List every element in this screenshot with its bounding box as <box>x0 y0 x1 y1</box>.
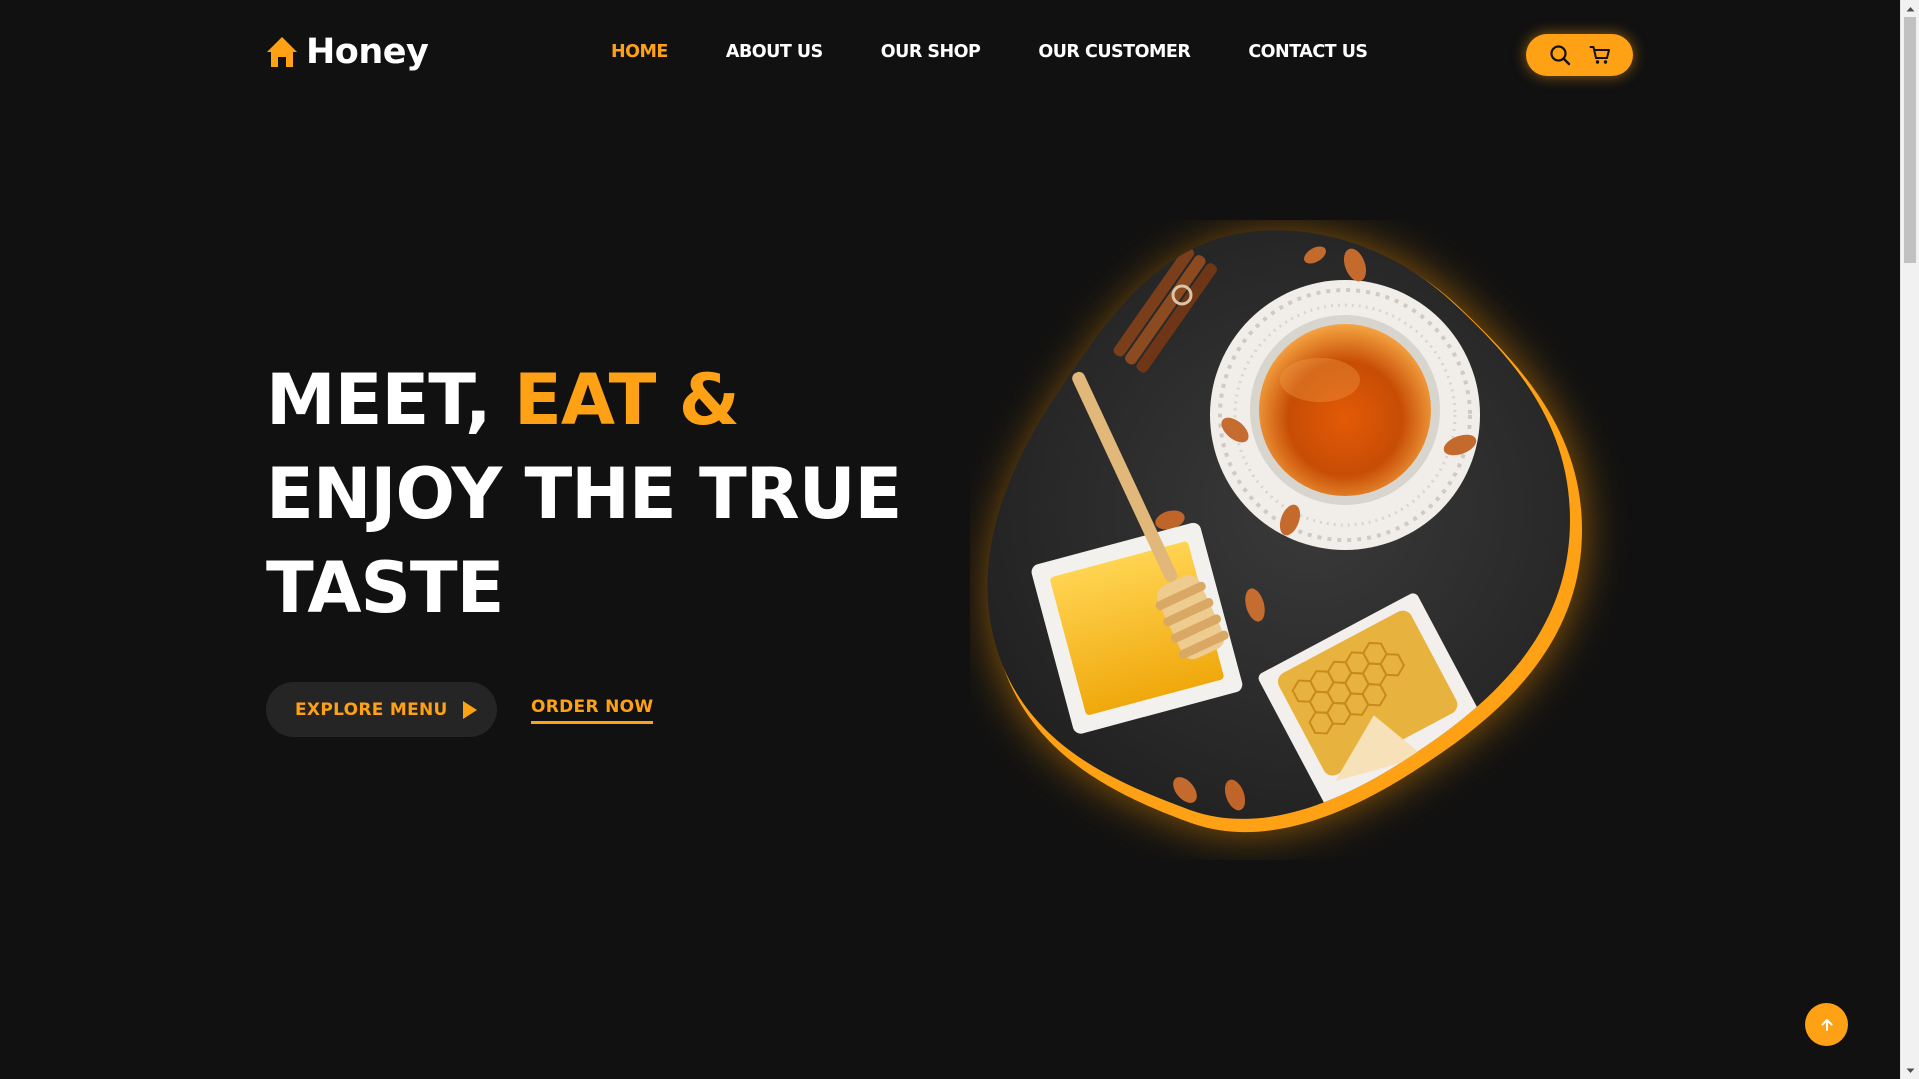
hero-title-part-1: MEET, <box>266 359 515 441</box>
cart-icon[interactable] <box>1588 43 1612 67</box>
hero-title-line-2: ENJOY THE TRUE <box>266 453 902 535</box>
hero-title: MEET, EAT & ENJOY THE TRUE TASTE <box>266 353 902 635</box>
explore-menu-label: EXPLORE MENU <box>295 699 448 720</box>
nav-item-our-shop[interactable]: OUR SHOP <box>881 42 981 62</box>
brand-name: Honey <box>306 32 429 72</box>
order-now-link[interactable]: ORDER NOW <box>531 697 654 724</box>
nav-links: HOME ABOUT US OUR SHOP OUR CUSTOMER CONT… <box>611 42 1426 62</box>
scrollbar-thumb[interactable] <box>1904 17 1916 263</box>
nav-item-our-customer[interactable]: OUR CUSTOMER <box>1038 42 1190 62</box>
scrollbar-up-arrow[interactable] <box>1901 0 1919 17</box>
logo[interactable]: Honey <box>266 32 429 72</box>
hero-title-line-1: MEET, EAT & <box>266 353 901 447</box>
nav-item-contact-us[interactable]: CONTACT US <box>1248 42 1368 62</box>
nav-item-about-us[interactable]: ABOUT US <box>726 42 823 62</box>
scrollbar-down-arrow[interactable] <box>1901 1062 1919 1079</box>
nav-item-home[interactable]: HOME <box>611 42 668 62</box>
hero-title-line-3: TASTE <box>266 547 504 629</box>
arrow-up-icon <box>1821 1018 1832 1031</box>
navbar: Honey HOME ABOUT US OUR SHOP OUR CUSTOME… <box>0 0 1900 110</box>
scroll-top-button[interactable] <box>1805 1003 1848 1046</box>
play-icon <box>462 700 477 719</box>
search-icon[interactable] <box>1548 43 1572 67</box>
explore-menu-button[interactable]: EXPLORE MENU <box>266 682 497 737</box>
page: Honey HOME ABOUT US OUR SHOP OUR CUSTOME… <box>0 0 1919 1079</box>
nav-actions <box>1526 34 1633 76</box>
hero-title-accent: EAT & <box>514 359 740 441</box>
honey-plate-image <box>987 230 1582 833</box>
home-icon <box>267 37 297 67</box>
scrollbar[interactable] <box>1900 0 1919 1079</box>
